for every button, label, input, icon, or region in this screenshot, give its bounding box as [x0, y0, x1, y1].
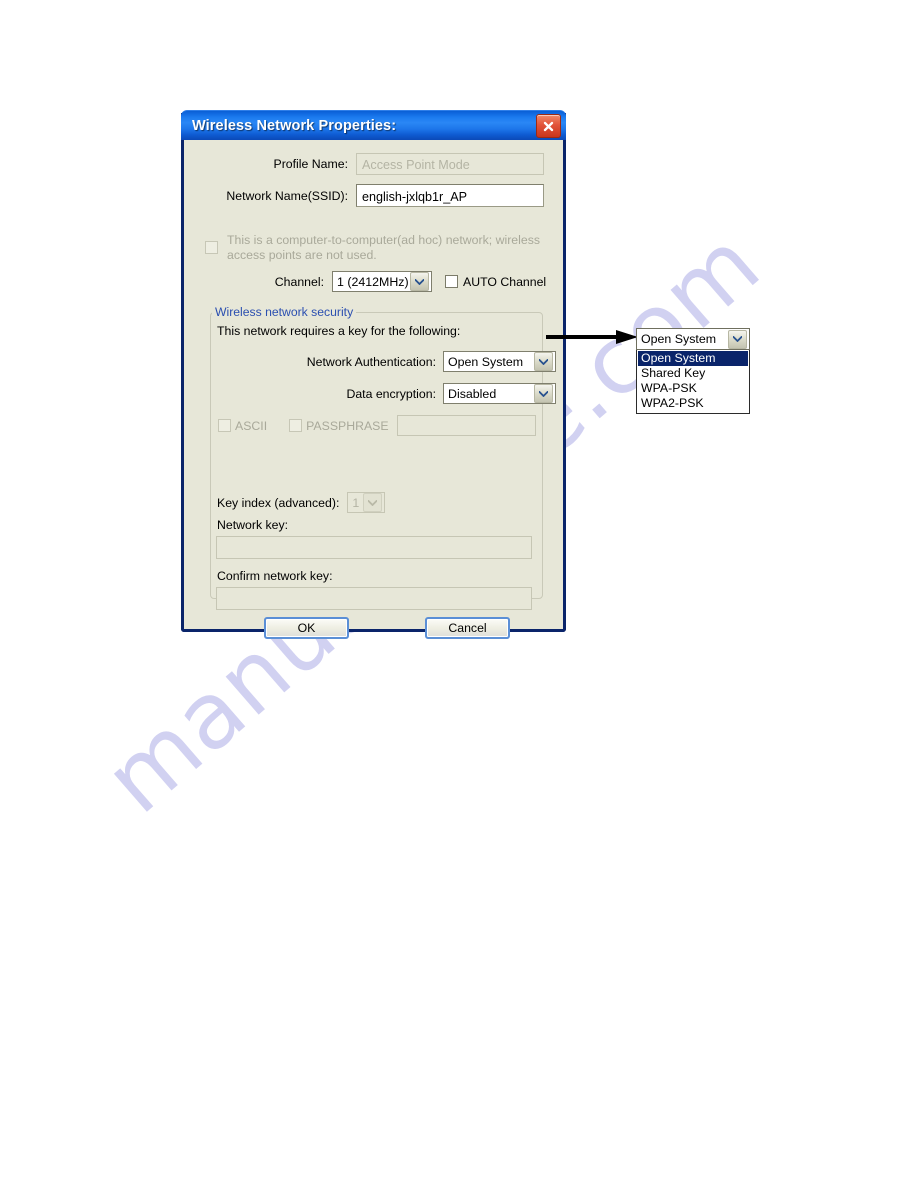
adhoc-checkbox [205, 241, 218, 254]
callout-arrow-icon [546, 330, 638, 344]
adhoc-label-line2: access points are not used. [227, 248, 377, 262]
data-encryption-row: Data encryption: Disabled [294, 383, 556, 404]
chevron-down-icon [363, 493, 383, 512]
network-authentication-expanded-dropdown: Open System Open System Shared Key WPA-P… [636, 328, 750, 414]
security-intro-row: This network requires a key for the foll… [217, 324, 460, 338]
dropdown-option-wpa-psk[interactable]: WPA-PSK [638, 381, 748, 396]
security-intro-label: This network requires a key for the foll… [217, 324, 461, 338]
dropdown-option-wpa2-psk[interactable]: WPA2-PSK [638, 396, 748, 411]
profile-name-row: Profile Name: Access Point Mode [228, 153, 548, 175]
chevron-down-glyph [368, 499, 378, 506]
data-encryption-value: Disabled [448, 386, 497, 401]
network-key-input[interactable] [216, 536, 532, 559]
network-authentication-combo[interactable]: Open System [443, 351, 556, 372]
data-encryption-combo[interactable]: Disabled [443, 383, 556, 404]
cancel-button[interactable]: Cancel [425, 617, 510, 639]
wireless-security-legend: Wireless network security [212, 305, 357, 319]
network-authentication-row: Network Authentication: Open System [294, 351, 556, 372]
dialog-title: Wireless Network Properties: [192, 117, 397, 134]
profile-name-value: Access Point Mode [362, 158, 470, 172]
dialog-titlebar: Wireless Network Properties: [181, 110, 566, 140]
chevron-down-icon [534, 352, 553, 371]
key-index-value: 1 [352, 495, 360, 510]
ok-button[interactable]: OK [264, 617, 349, 639]
auto-channel-label: AUTO Channel [463, 274, 547, 289]
key-format-row: ASCII PASSPHRASE [218, 415, 548, 436]
chevron-down-glyph [539, 390, 548, 397]
chevron-down-glyph [539, 358, 548, 365]
ssid-row: Network Name(SSID): english-jxlqb1r_AP [196, 184, 548, 207]
adhoc-row: This is a computer-to-computer(ad hoc) n… [205, 233, 545, 263]
passphrase-input [396, 415, 536, 436]
network-key-label: Network key: [217, 518, 289, 532]
dialog-content: Profile Name: Access Point Mode Network … [184, 140, 563, 639]
profile-name-input: Access Point Mode [356, 153, 544, 175]
close-button[interactable] [536, 114, 561, 138]
confirm-network-key-label: Confirm network key: [217, 569, 333, 583]
dropdown-option-open-system[interactable]: Open System [638, 351, 748, 366]
ssid-label: Network Name(SSID): [226, 188, 348, 203]
network-key-label-row: Network key: [217, 518, 288, 532]
channel-row: Channel: 1 (2412MHz) AUTO Channel [244, 271, 554, 292]
channel-combo[interactable]: 1 (2412MHz) [332, 271, 432, 292]
network-authentication-label: Network Authentication: [306, 354, 436, 369]
passphrase-label: PASSPHRASE [306, 418, 389, 433]
chevron-down-icon [728, 329, 747, 349]
chevron-down-glyph [733, 336, 742, 342]
expanded-dropdown-header[interactable]: Open System [636, 328, 750, 350]
key-index-combo: 1 [347, 492, 386, 513]
ascii-checkbox [218, 419, 231, 432]
ssid-value: english-jxlqb1r_AP [362, 189, 468, 204]
key-index-row: Key index (advanced): 1 [217, 492, 386, 513]
ascii-label: ASCII [235, 418, 268, 433]
channel-value: 1 (2412MHz) [337, 274, 409, 289]
key-index-label: Key index (advanced): [217, 495, 340, 510]
expanded-dropdown-list: Open System Shared Key WPA-PSK WPA2-PSK [636, 350, 750, 414]
passphrase-checkbox [289, 419, 303, 432]
network-authentication-value: Open System [448, 354, 524, 369]
data-encryption-label: Data encryption: [346, 386, 436, 401]
chevron-down-icon [534, 384, 553, 403]
chevron-down-glyph [415, 278, 424, 285]
profile-name-label: Profile Name: [273, 157, 349, 171]
close-x-icon [543, 121, 554, 131]
ssid-input[interactable]: english-jxlqb1r_AP [356, 184, 544, 207]
adhoc-label-line1: This is a computer-to-computer(ad hoc) n… [227, 233, 540, 247]
confirm-key-label-row: Confirm network key: [217, 569, 333, 583]
chevron-down-icon [410, 272, 429, 291]
wireless-network-properties-dialog: Wireless Network Properties: Profile Nam… [181, 110, 566, 639]
auto-channel-checkbox[interactable] [445, 275, 458, 288]
expanded-dropdown-selected: Open System [641, 332, 717, 346]
channel-label: Channel: [274, 274, 324, 289]
dropdown-option-shared-key[interactable]: Shared Key [638, 366, 748, 381]
confirm-network-key-input[interactable] [216, 587, 532, 610]
